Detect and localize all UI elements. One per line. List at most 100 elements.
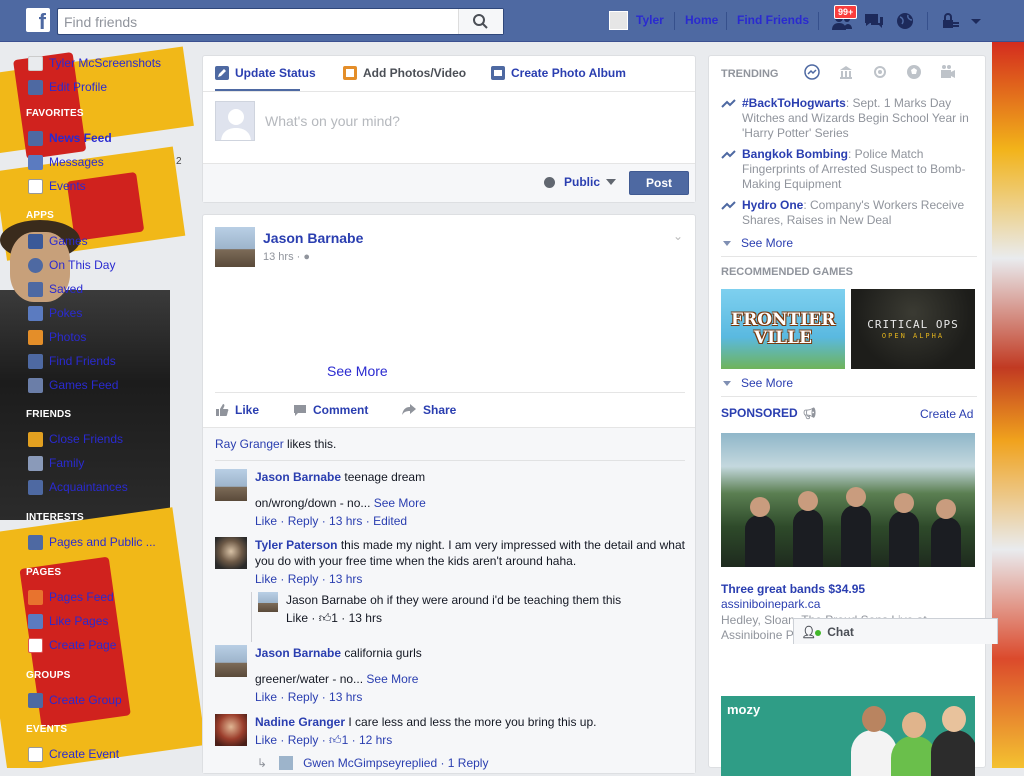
tab-create-album[interactable]: Create Photo Album <box>491 66 626 80</box>
sidebar-item-like-pages[interactable]: Like Pages <box>28 612 108 630</box>
science-icon[interactable] <box>872 64 888 80</box>
friends-header: FRIENDS <box>26 409 72 420</box>
sidebar-item-pages-feed[interactable]: Pages Feed <box>28 588 114 606</box>
home-link[interactable]: Home <box>685 13 718 27</box>
politics-icon[interactable] <box>838 64 854 80</box>
trending-all-icon[interactable] <box>804 64 820 80</box>
author-avatar[interactable] <box>215 227 255 267</box>
tab-add-photos[interactable]: Add Photos/Video <box>343 66 466 80</box>
trending-see-more[interactable]: See More <box>723 236 793 250</box>
chevron-down-icon[interactable] <box>970 11 992 31</box>
game-card-frontierville[interactable]: FRONTIER VILLE <box>721 289 845 369</box>
comment-like-link[interactable]: Like <box>286 611 308 625</box>
create-ad-link[interactable]: Create Ad <box>920 407 973 421</box>
comment-reply-link[interactable]: Reply <box>288 690 319 704</box>
search-input[interactable] <box>58 9 458 34</box>
game-card-critical-ops[interactable]: CRITICAL OPS OPEN ALPHA <box>851 289 975 369</box>
tab-update-status[interactable]: Update Status <box>215 66 316 80</box>
sports-icon[interactable] <box>906 64 922 80</box>
lock-privacy-icon[interactable] <box>940 11 962 31</box>
trending-item[interactable]: Bangkok Bombing: Police Match Fingerprin… <box>721 147 979 192</box>
sidebar-item-games[interactable]: Games <box>28 232 88 250</box>
sidebar-item-saved[interactable]: Saved <box>28 280 83 298</box>
user-avatar[interactable] <box>609 11 628 30</box>
entertainment-icon[interactable] <box>940 64 956 80</box>
status-input[interactable]: What's on your mind? <box>265 113 400 129</box>
games-see-more[interactable]: See More <box>723 376 793 390</box>
chat-tab[interactable]: 👤︎ Chat <box>793 618 998 644</box>
top-navigation-bar: f Tyler Home Find Friends 99+ <box>0 0 1024 42</box>
comment-timestamp[interactable]: 12 hrs <box>359 733 392 747</box>
profile-link[interactable]: Tyler <box>636 13 664 27</box>
sidebar-item-events[interactable]: Events <box>28 177 86 195</box>
commenter-name[interactable]: Jason Barnabe <box>286 593 367 607</box>
chat-person-icon: 👤︎ <box>801 624 817 639</box>
post-button[interactable]: Post <box>629 171 689 195</box>
facebook-logo[interactable]: f <box>26 8 50 34</box>
sidebar-item-close-friends[interactable]: Close Friends <box>28 430 123 448</box>
comment-like-link[interactable]: Like <box>255 733 277 747</box>
sidebar-item-news-feed[interactable]: News Feed <box>28 129 112 147</box>
sidebar-item-family[interactable]: Family <box>28 454 84 472</box>
sidebar-item-profile[interactable]: Tyler McScreenshots <box>28 54 161 72</box>
post-timestamp[interactable]: 13 hrs · ● <box>263 251 310 263</box>
ad-image-mozy[interactable]: mozy <box>721 696 975 776</box>
commenter-avatar[interactable] <box>215 469 247 501</box>
comment-see-more-link[interactable]: See More <box>366 672 418 686</box>
sidebar-item-create-group[interactable]: Create Group <box>28 691 122 709</box>
comment-button[interactable]: Comment <box>293 403 368 417</box>
globe-notifications-icon[interactable] <box>895 11 917 31</box>
sidebar-item-pages-public[interactable]: Pages and Public ... <box>28 533 156 551</box>
ad-title-link[interactable]: Three great bands $34.95 <box>721 582 865 596</box>
megaphone-icon: 📢︎ <box>802 407 817 420</box>
comment-like-count[interactable]: 1 <box>331 611 338 625</box>
sidebar-item-messages[interactable]: Messages <box>28 153 104 171</box>
post-author[interactable]: Jason Barnabe <box>263 230 363 246</box>
comment-timestamp[interactable]: 13 hrs <box>329 690 362 704</box>
like-button[interactable]: Like <box>215 403 259 417</box>
comment-edited-label[interactable]: Edited <box>373 514 407 528</box>
commenter-avatar[interactable] <box>258 592 278 612</box>
liker-name[interactable]: Ray Granger <box>215 437 284 451</box>
privacy-selector[interactable]: Public <box>543 175 617 189</box>
commenter-name[interactable]: Tyler Paterson <box>255 538 337 552</box>
comment-reply-link[interactable]: Reply <box>288 572 319 586</box>
comment-timestamp[interactable]: 13 hrs <box>349 611 382 625</box>
comment-timestamp[interactable]: 13 hrs <box>329 572 362 586</box>
ad-url-link[interactable]: assiniboinepark.ca <box>721 597 820 611</box>
comment-timestamp[interactable]: 13 hrs <box>329 514 362 528</box>
comment-like-link[interactable]: Like <box>255 572 277 586</box>
trending-item[interactable]: Hydro One: Company's Workers Receive Sha… <box>721 198 979 228</box>
comment-like-link[interactable]: Like <box>255 690 277 704</box>
sidebar-item-on-this-day[interactable]: On This Day <box>28 256 115 274</box>
sponsored-header: SPONSORED 📢︎ <box>721 406 817 420</box>
commenter-name[interactable]: Jason Barnabe <box>255 646 341 660</box>
comment-reply-link[interactable]: Reply <box>288 733 319 747</box>
comment-like-link[interactable]: Like <box>255 514 277 528</box>
post-options-chevron-icon[interactable]: ⌄ <box>673 229 683 243</box>
commenter-avatar[interactable] <box>215 537 247 569</box>
sidebar-item-edit-profile[interactable]: Edit Profile <box>28 78 107 96</box>
commenter-avatar[interactable] <box>215 645 247 677</box>
divider <box>818 12 819 30</box>
comment-like-count[interactable]: 1 <box>342 733 349 747</box>
comment-reply-link[interactable]: Reply <box>288 514 319 528</box>
find-friends-link[interactable]: Find Friends <box>737 13 809 27</box>
sidebar-item-pokes[interactable]: Pokes <box>28 304 82 322</box>
commenter-avatar[interactable] <box>215 714 247 746</box>
ad-image-bands[interactable] <box>721 433 975 567</box>
comment-see-more-link[interactable]: See More <box>374 496 426 510</box>
share-button[interactable]: Share <box>401 403 456 417</box>
commenter-name[interactable]: Jason Barnabe <box>255 470 341 484</box>
trending-item[interactable]: #BackToHogwarts: Sept. 1 Marks Day Witch… <box>721 96 979 141</box>
sidebar-item-games-feed[interactable]: Games Feed <box>28 376 118 394</box>
sidebar-item-create-page[interactable]: Create Page <box>28 636 116 654</box>
search-button[interactable] <box>458 9 503 34</box>
sidebar-item-find-friends[interactable]: Find Friends <box>28 352 116 370</box>
sidebar-item-acquaintances[interactable]: Acquaintances <box>28 478 128 496</box>
messages-icon[interactable] <box>863 11 885 31</box>
sidebar-item-create-event[interactable]: Create Event <box>28 745 119 763</box>
post-see-more-link[interactable]: See More <box>327 363 388 379</box>
commenter-name[interactable]: Nadine Granger <box>255 715 345 729</box>
sidebar-item-photos[interactable]: Photos <box>28 328 86 346</box>
